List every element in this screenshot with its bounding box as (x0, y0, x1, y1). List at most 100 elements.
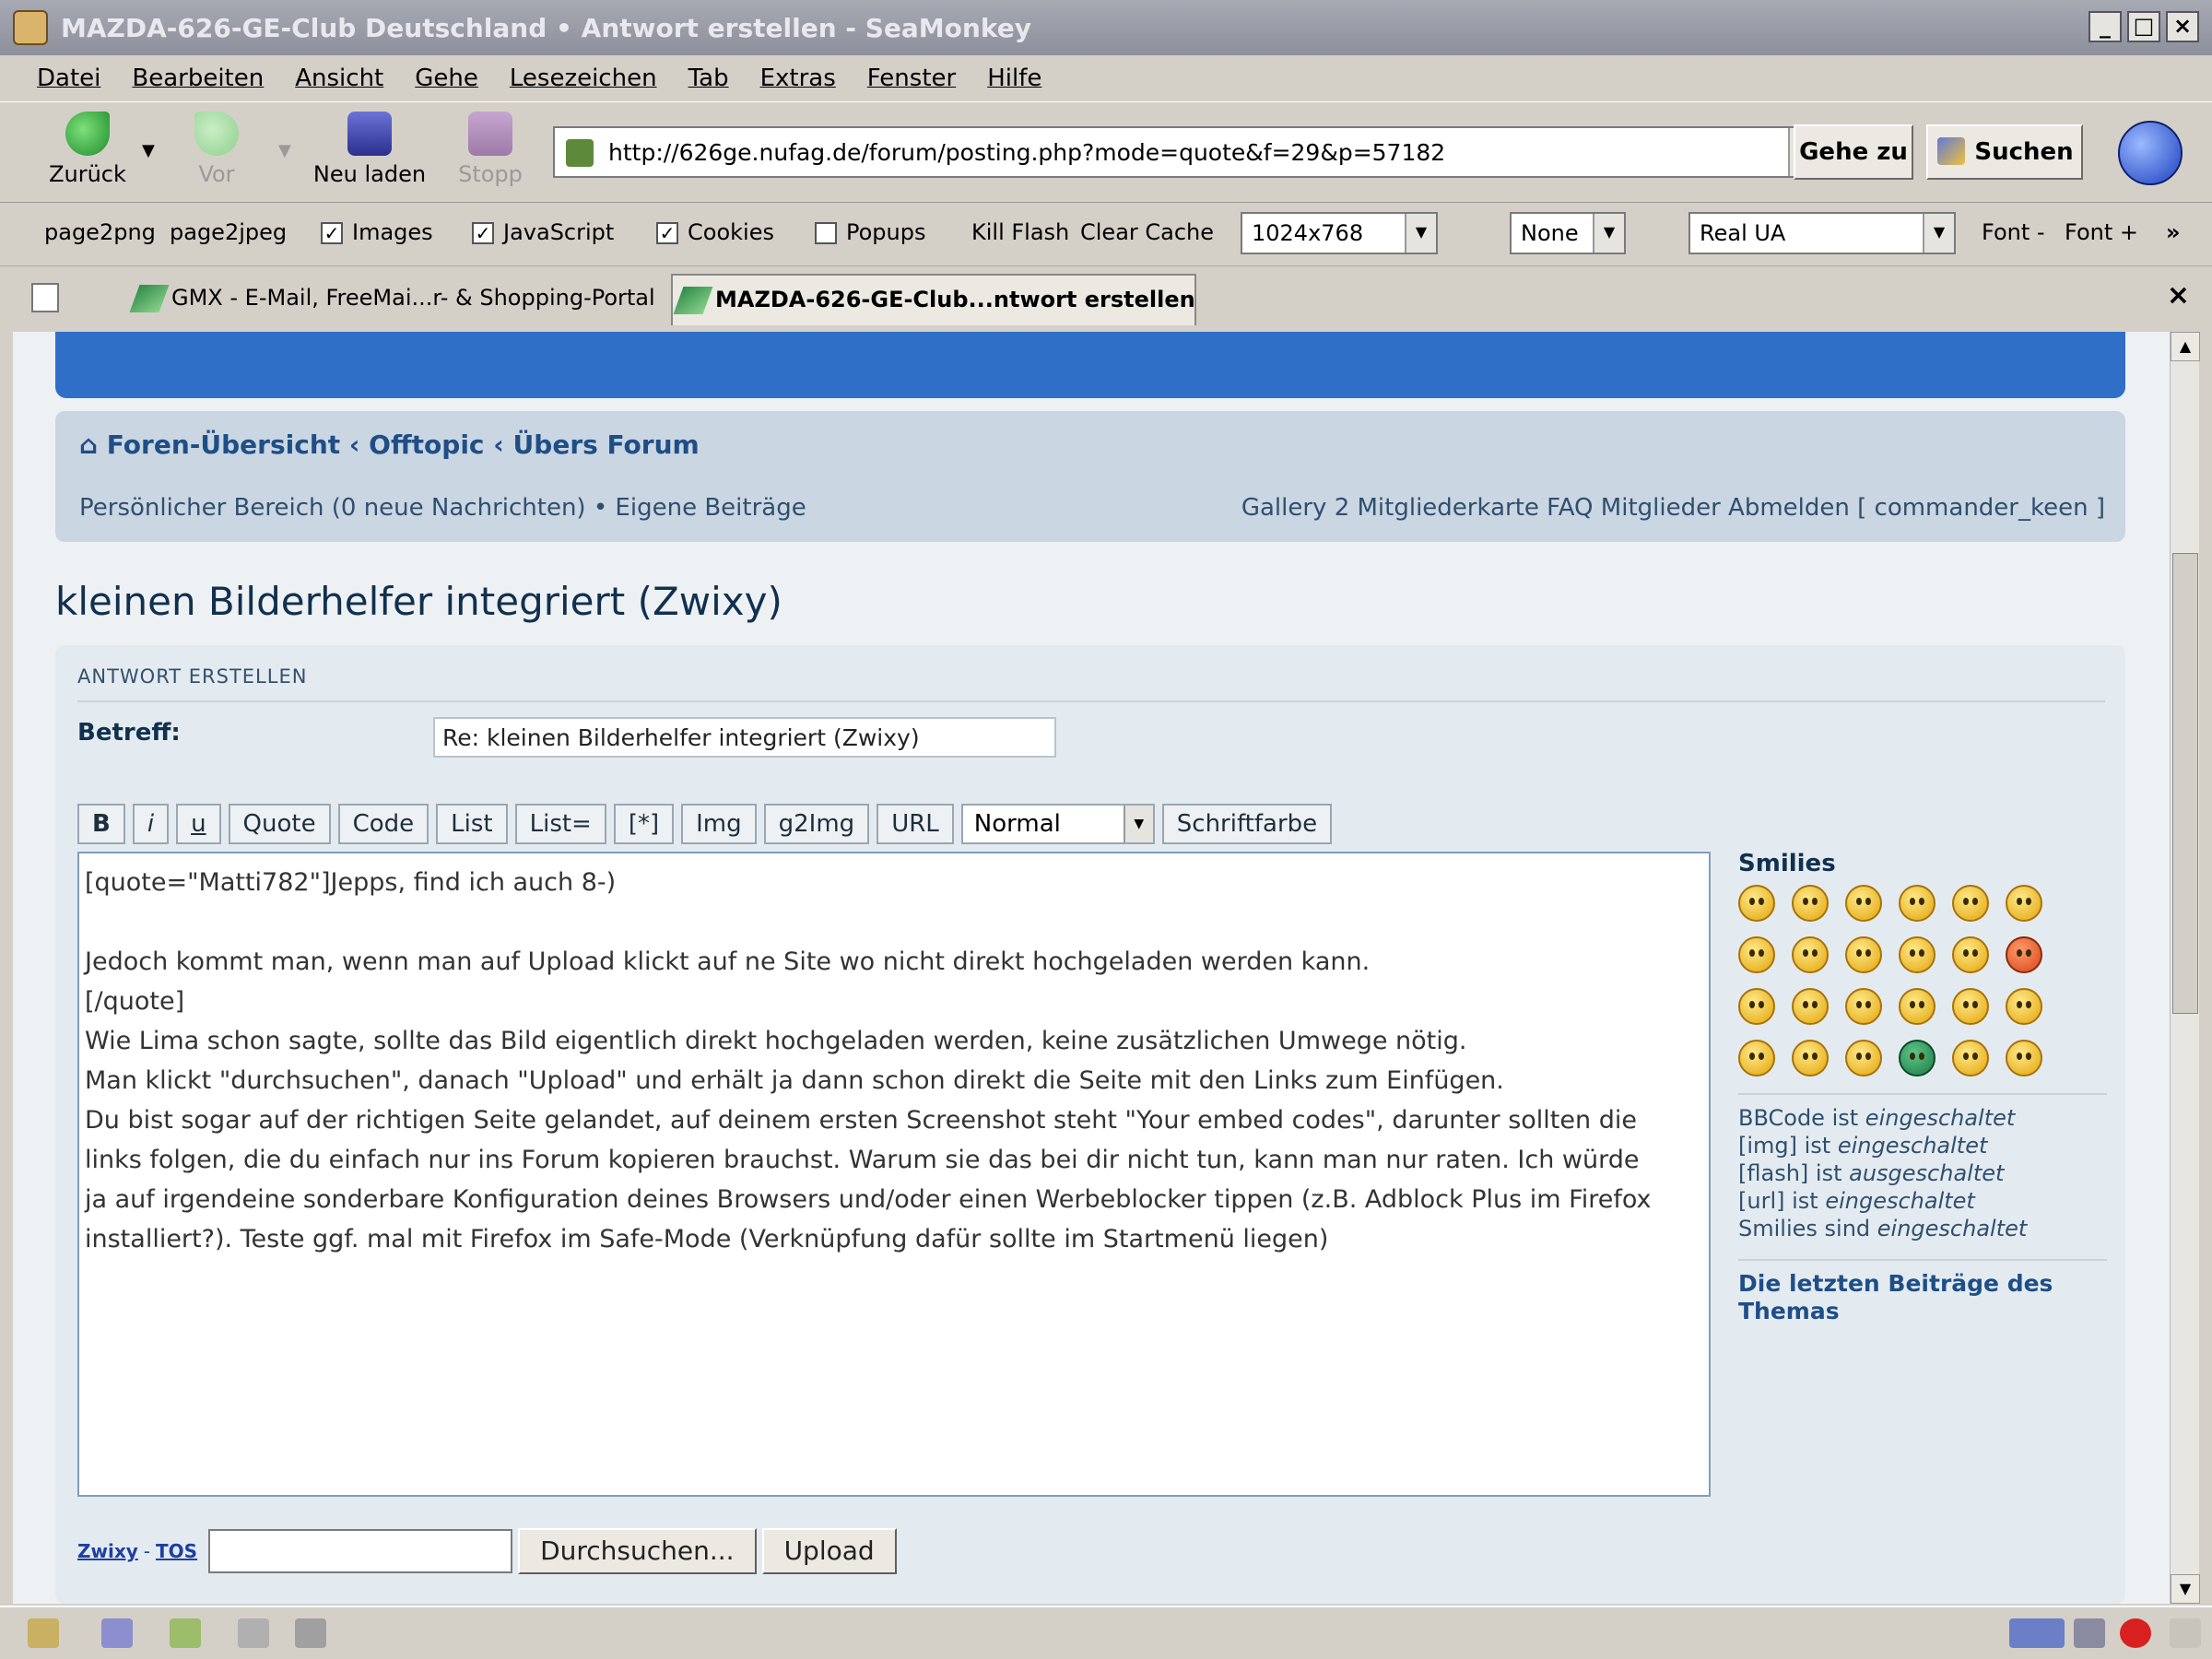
smiley-icon[interactable] (1738, 988, 1775, 1025)
smiley-icon[interactable] (1738, 885, 1775, 922)
font-decrease-button[interactable]: Font - (1982, 219, 2045, 245)
resolution-select[interactable]: 1024x768 ▼ (1241, 212, 1438, 254)
tab-list-icon[interactable] (31, 283, 59, 312)
font-size-dropdown-icon[interactable]: ▼ (1123, 806, 1153, 842)
chat-icon[interactable] (238, 1618, 269, 1648)
smiley-icon[interactable] (1952, 1040, 1989, 1077)
subject-input[interactable] (433, 717, 1056, 758)
stop-button[interactable]: Stopp (453, 112, 527, 187)
img-button[interactable]: Img (681, 804, 757, 844)
reload-button[interactable]: Neu laden (310, 112, 429, 187)
menu-fenster[interactable]: Fenster (867, 65, 956, 92)
smiley-icon[interactable] (1845, 885, 1882, 922)
popups-checkbox[interactable] (815, 222, 837, 244)
cookies-toggle[interactable]: ✓ Cookies (656, 219, 774, 245)
smiley-icon[interactable] (1792, 885, 1829, 922)
menu-ansicht[interactable]: Ansicht (295, 65, 383, 92)
javascript-toggle[interactable]: ✓ JavaScript (472, 219, 614, 245)
scroll-up-icon[interactable]: ▲ (2171, 332, 2200, 361)
list-button[interactable]: List (436, 804, 508, 844)
menu-bearbeiten[interactable]: Bearbeiten (132, 65, 264, 92)
forward-button[interactable]: Vor (184, 112, 249, 187)
resolution-dropdown-icon[interactable]: ▼ (1405, 214, 1436, 253)
browse-button[interactable]: Durchsuchen... (518, 1528, 757, 1574)
smiley-icon[interactable] (2006, 1040, 2042, 1077)
smiley-icon[interactable] (1792, 988, 1829, 1025)
message-textarea[interactable]: [quote="Matti782"]Jepps, find ich auch 8… (77, 852, 1711, 1497)
url-bar[interactable]: http://626ge.nufag.de/forum/posting.php?… (553, 126, 1823, 178)
smiley-icon[interactable] (1738, 1040, 1775, 1077)
security-icon[interactable] (2074, 1618, 2105, 1648)
angry-smiley-icon[interactable] (2006, 936, 2042, 973)
toolbar-overflow-button[interactable]: » (2166, 219, 2181, 245)
font-size-select[interactable]: Normal ▼ (960, 804, 1155, 844)
smiley-icon[interactable] (1952, 885, 1989, 922)
underline-button[interactable]: u (176, 804, 221, 844)
smiley-icon[interactable] (1845, 936, 1882, 973)
quote-button[interactable]: Quote (228, 804, 331, 844)
clear-cache-button[interactable]: Clear Cache (1080, 219, 1214, 245)
maximize-button[interactable]: □ (2127, 11, 2160, 42)
address-book-icon[interactable] (295, 1618, 326, 1648)
proxy-select[interactable]: None ▼ (1510, 212, 1626, 254)
forward-history-dropdown-icon[interactable]: ▼ (278, 141, 291, 160)
images-toggle[interactable]: ✓ Images (321, 219, 433, 245)
online-status-icon[interactable] (2009, 1618, 2065, 1648)
adblock-stop-icon[interactable] (2120, 1618, 2151, 1648)
tab-gmx[interactable]: GMX - E-Mail, FreeMai...r- & Shopping-Po… (129, 274, 655, 325)
upload-button[interactable]: Upload (761, 1528, 897, 1574)
scroll-down-icon[interactable]: ▼ (2171, 1574, 2200, 1604)
vertical-scrollbar[interactable]: ▲ ▼ (2170, 332, 2200, 1604)
smiley-icon[interactable] (2006, 988, 2042, 1025)
smiley-icon[interactable] (1845, 988, 1882, 1025)
font-color-button[interactable]: Schriftfarbe (1161, 804, 1333, 844)
file-path-input[interactable] (208, 1529, 513, 1573)
forum-links[interactable]: Gallery 2 Mitgliederkarte FAQ Mitglieder… (1241, 494, 2105, 522)
menu-extras[interactable]: Extras (760, 65, 836, 92)
breadcrumb[interactable]: ⌂ Foren-Übersicht ‹ Offtopic ‹ Übers For… (79, 429, 700, 460)
smiley-icon[interactable] (2006, 885, 2042, 922)
smiley-icon[interactable] (1952, 936, 1989, 973)
smiley-icon[interactable] (1845, 1040, 1882, 1077)
recent-posts-link[interactable]: Die letzten Beiträge des Themas (1738, 1270, 2107, 1325)
smiley-icon[interactable] (1899, 936, 1936, 973)
menu-lesezeichen[interactable]: Lesezeichen (510, 65, 657, 92)
scrollbar-thumb[interactable] (2172, 553, 2198, 1014)
bold-button[interactable]: B (77, 804, 125, 844)
javascript-checkbox[interactable]: ✓ (472, 222, 494, 244)
page2png-button[interactable]: page2png (44, 219, 156, 245)
user-links[interactable]: Persönlicher Bereich (0 neue Nachrichten… (79, 494, 806, 522)
minimize-button[interactable]: _ (2088, 11, 2122, 42)
menu-tab[interactable]: Tab (688, 65, 729, 92)
cookies-checkbox[interactable]: ✓ (656, 222, 678, 244)
smiley-icon[interactable] (1899, 988, 1936, 1025)
user-agent-select[interactable]: Real UA ▼ (1688, 212, 1956, 254)
seamonkey-throbber-icon[interactable] (2118, 121, 2183, 185)
zwixy-link[interactable]: Zwixy (77, 1540, 138, 1562)
smiley-icon[interactable] (1952, 988, 1989, 1025)
menu-gehe[interactable]: Gehe (415, 65, 478, 92)
list-item-button[interactable]: [*] (613, 804, 675, 844)
page2jpeg-button[interactable]: page2jpeg (170, 219, 287, 245)
menu-hilfe[interactable]: Hilfe (987, 65, 1041, 92)
g2img-button[interactable]: g2Img (763, 804, 870, 844)
back-history-dropdown-icon[interactable]: ▼ (142, 141, 155, 160)
menu-datei[interactable]: Datei (37, 65, 100, 92)
proxy-dropdown-icon[interactable]: ▼ (1593, 214, 1624, 253)
italic-button[interactable]: i (132, 804, 170, 844)
page-title[interactable]: kleinen Bilderhelfer integriert (Zwixy) (55, 579, 782, 624)
images-checkbox[interactable]: ✓ (321, 222, 343, 244)
back-button[interactable]: Zurück (46, 112, 129, 187)
go-button[interactable]: Gehe zu (1794, 124, 1913, 180)
ordered-list-button[interactable]: List= (514, 804, 606, 844)
tos-link[interactable]: TOS (156, 1540, 197, 1562)
user-agent-dropdown-icon[interactable]: ▼ (1923, 214, 1954, 253)
navigator-icon[interactable] (28, 1618, 59, 1648)
smiley-icon[interactable] (1792, 936, 1829, 973)
composer-icon[interactable] (170, 1618, 201, 1648)
close-tab-icon[interactable]: × (2167, 279, 2190, 312)
code-button[interactable]: Code (337, 804, 429, 844)
seamonkey-app-icon[interactable] (13, 10, 48, 45)
url-button[interactable]: URL (877, 804, 954, 844)
mail-icon[interactable] (101, 1618, 133, 1648)
